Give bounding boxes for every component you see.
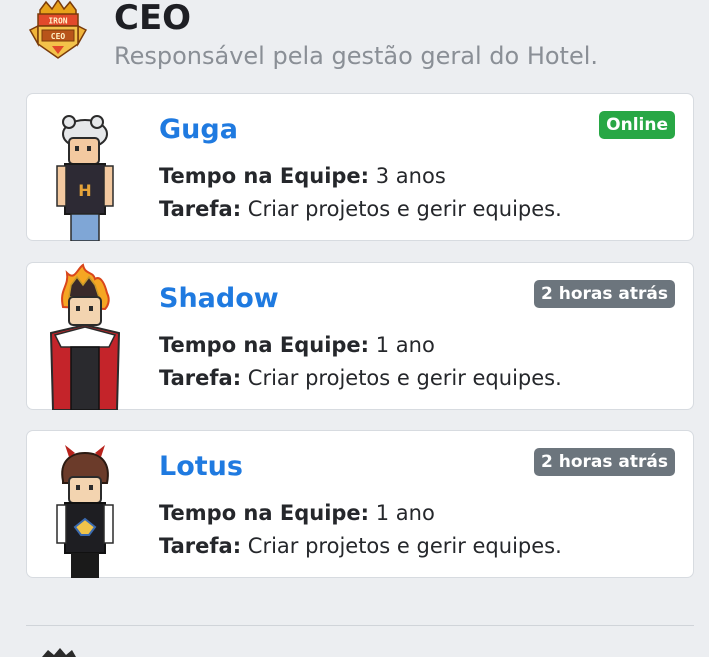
task-value: Criar projetos e gerir equipes. bbox=[247, 534, 562, 558]
svg-text:CEO: CEO bbox=[51, 32, 66, 41]
time-in-team: Tempo na Equipe: 3 anos bbox=[159, 164, 446, 188]
status-badge: 2 horas atrás bbox=[534, 280, 675, 308]
member-name[interactable]: Guga bbox=[159, 114, 238, 145]
time-label: Tempo na Equipe: bbox=[159, 164, 370, 188]
iron-ceo-badge-icon: IRON CEO bbox=[28, 0, 88, 59]
member-name[interactable]: Shadow bbox=[159, 283, 279, 314]
section-description: Responsável pela gestão geral do Hotel. bbox=[114, 42, 599, 70]
time-label: Tempo na Equipe: bbox=[159, 333, 370, 357]
member-name[interactable]: Lotus bbox=[159, 451, 243, 482]
time-value: 1 ano bbox=[375, 501, 435, 525]
section-divider bbox=[26, 625, 694, 626]
task-line: Tarefa: Criar projetos e gerir equipes. bbox=[159, 534, 562, 558]
time-value: 1 ano bbox=[375, 333, 435, 357]
time-in-team: Tempo na Equipe: 1 ano bbox=[159, 333, 435, 357]
next-section-badge-icon bbox=[42, 648, 76, 657]
habbo-avatar-cap-icon: H bbox=[56, 115, 114, 241]
member-card: H Guga Online Tempo na Equipe: 3 anos Ta… bbox=[26, 93, 694, 241]
task-label: Tarefa: bbox=[159, 366, 242, 390]
svg-text:H: H bbox=[78, 181, 91, 200]
time-label: Tempo na Equipe: bbox=[159, 501, 370, 525]
section-title: CEO bbox=[114, 0, 192, 38]
section-header: IRON CEO CEO Responsável pela gestão ger… bbox=[26, 0, 686, 80]
status-badge: 2 horas atrás bbox=[534, 448, 675, 476]
task-value: Criar projetos e gerir equipes. bbox=[247, 197, 562, 221]
habbo-avatar-flame-crown-icon bbox=[49, 263, 121, 410]
staff-page: IRON CEO CEO Responsável pela gestão ger… bbox=[0, 0, 709, 657]
task-label: Tarefa: bbox=[159, 197, 242, 221]
task-value: Criar projetos e gerir equipes. bbox=[247, 366, 562, 390]
task-line: Tarefa: Criar projetos e gerir equipes. bbox=[159, 197, 562, 221]
task-line: Tarefa: Criar projetos e gerir equipes. bbox=[159, 366, 562, 390]
habbo-avatar-horns-icon bbox=[56, 445, 114, 578]
status-badge: Online bbox=[599, 111, 675, 139]
time-in-team: Tempo na Equipe: 1 ano bbox=[159, 501, 435, 525]
member-card: Shadow 2 horas atrás Tempo na Equipe: 1 … bbox=[26, 262, 694, 410]
member-card: Lotus 2 horas atrás Tempo na Equipe: 1 a… bbox=[26, 430, 694, 578]
time-value: 3 anos bbox=[375, 164, 446, 188]
task-label: Tarefa: bbox=[159, 534, 242, 558]
svg-text:IRON: IRON bbox=[48, 17, 67, 26]
